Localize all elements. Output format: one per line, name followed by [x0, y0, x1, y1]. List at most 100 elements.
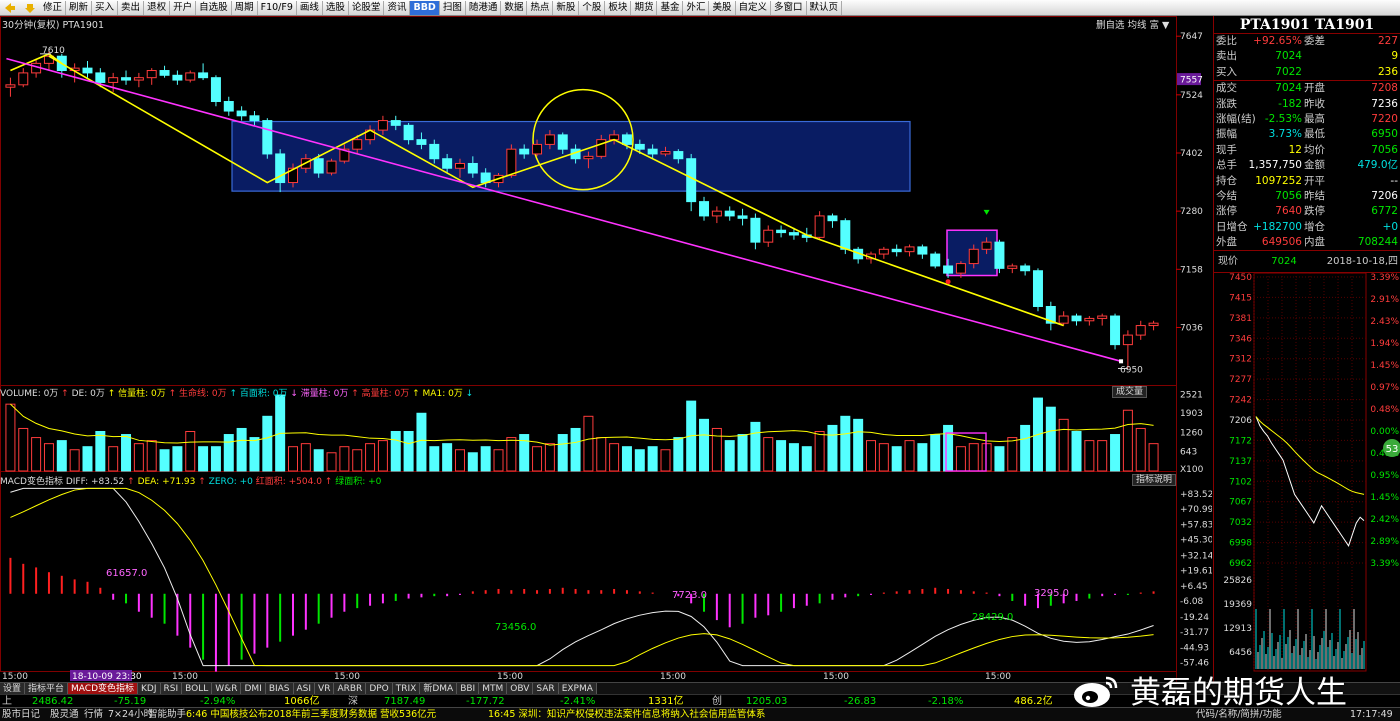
mini-price-axis-label: 7242: [1229, 396, 1252, 406]
toolbar-item[interactable]: 基金: [657, 0, 684, 15]
candle-body: [223, 101, 234, 112]
mini-volume-axis-label: 19369: [1223, 600, 1252, 610]
indicator-tab[interactable]: 新DMA: [420, 683, 458, 694]
mini-percent-axis-label: 1.45%: [1370, 493, 1399, 503]
indicator-tab[interactable]: MACD变色指标: [68, 683, 139, 694]
toolbar-item[interactable]: 新股: [553, 0, 580, 15]
toolbar-item[interactable]: 自选股: [196, 0, 232, 15]
toolbar-item[interactable]: 画线: [297, 0, 323, 15]
indicator-tab[interactable]: ARBR: [334, 683, 367, 694]
candle-body: [699, 201, 710, 217]
toolbar-item[interactable]: 多窗口: [771, 0, 807, 15]
quote-value: 7206: [1371, 189, 1398, 202]
indicator-tab[interactable]: 指标平台: [25, 683, 69, 694]
quote-label: 总手: [1216, 159, 1237, 172]
indicator-tab[interactable]: ASI: [293, 683, 316, 694]
mini-percent-axis-label: 3.39%: [1370, 559, 1399, 569]
current-price-row: 现价 7024 2018-10-18,四: [1214, 251, 1400, 274]
candle-body: [506, 148, 517, 176]
candle-body: [313, 158, 324, 174]
toolbar-item[interactable]: 自定义: [736, 0, 772, 15]
toolbar-item[interactable]: 资讯: [384, 0, 411, 15]
mini-price-axis-label: 7381: [1229, 314, 1252, 324]
indicator-tab[interactable]: SAR: [533, 683, 559, 694]
volume-bar: [699, 418, 710, 472]
quote-label: 增仓: [1304, 220, 1325, 233]
quote-row: 外盘 649506 内盘 708244: [1214, 235, 1400, 250]
toolbar-item[interactable]: 板块: [605, 0, 632, 15]
intraday-mini-chart[interactable]: 7450 7415 7381 7346 7312 7277 7242 7206 7172 7137…: [1214, 273, 1400, 673]
toolbar-item[interactable]: 买入: [92, 0, 119, 15]
indicator-label-part: ↓ 滞量柱: 0万: [290, 389, 352, 399]
price-axis-label: 7402: [1180, 149, 1203, 159]
toolbar-item[interactable]: 开户: [170, 0, 197, 15]
indicator-tab[interactable]: MTM: [479, 683, 508, 694]
index-ticker-item: -2.18%: [928, 696, 964, 707]
indicator-tab[interactable]: W&R: [212, 683, 242, 694]
toolbar-item[interactable]: 随港通: [466, 0, 502, 15]
toolbar-item[interactable]: 热点: [527, 0, 554, 15]
macd-axis-label: -44.93: [1180, 644, 1209, 654]
indicator-tab[interactable]: VR: [315, 683, 335, 694]
index-ticker-item: 486.2亿: [1014, 696, 1053, 707]
indicator-tab[interactable]: KDJ: [138, 683, 161, 694]
toolbar-item[interactable]: 个股: [579, 0, 606, 15]
quote-value: 7056: [1275, 189, 1302, 202]
toolbar-item[interactable]: 论股堂: [349, 0, 385, 15]
kline-chart-svg[interactable]: 7647 7524 7402 7280 7158 7036 7557 7610 6950 2521…: [0, 16, 1212, 682]
kline-chart-area[interactable]: 7647 7524 7402 7280 7158 7036 7557 7610 6950 2521…: [0, 16, 1212, 682]
volume-bar: [621, 446, 632, 472]
quote-row: 现手 12 均价 7056: [1214, 143, 1400, 158]
candle-body: [917, 246, 928, 255]
mini-percent-axis-label: 2.89%: [1370, 537, 1399, 547]
indicator-help-button[interactable]: 指标说明: [1132, 474, 1177, 486]
quote-row: 涨停 7640 跌停 6772: [1214, 204, 1400, 219]
volume-axis-label: 2521: [1180, 390, 1203, 400]
indicator-tab[interactable]: OBV: [507, 683, 534, 694]
toolbar-item[interactable]: 美股: [709, 0, 736, 15]
down-arrow-icon[interactable]: [23, 1, 37, 15]
toolbar-item[interactable]: 退权: [144, 0, 171, 15]
volume-bar: [788, 443, 799, 472]
indicator-tab[interactable]: DMI: [241, 683, 266, 694]
quote-value: --: [1390, 174, 1398, 187]
quote-value: 7024: [1275, 50, 1302, 63]
candle-body: [352, 139, 363, 150]
toolbar-item[interactable]: 期货: [631, 0, 658, 15]
indicator-tab[interactable]: DPO: [366, 683, 393, 694]
candle-body: [930, 253, 941, 267]
candle-body: [326, 160, 337, 174]
volume-type-button[interactable]: 成交量: [1112, 386, 1148, 398]
toolbar-item[interactable]: F10/F9: [258, 0, 297, 15]
indicator-tab[interactable]: BBI: [457, 683, 480, 694]
volume-bar: [827, 424, 838, 472]
toolbar-item[interactable]: 扫图: [440, 0, 466, 15]
toolbar-item[interactable]: 刷新: [66, 0, 93, 15]
toolbar-item[interactable]: 卖出: [118, 0, 145, 15]
chart-tools[interactable]: 删自选 均线 富 ▼: [1096, 17, 1169, 31]
volume-bar: [31, 437, 42, 472]
indicator-tab[interactable]: RSI: [160, 683, 183, 694]
macd-axis-label: +83.52: [1180, 490, 1212, 500]
indicator-tab[interactable]: 设置: [0, 683, 26, 694]
toolbar-item[interactable]: 外汇: [683, 0, 710, 15]
toolbar-item[interactable]: 周期: [232, 0, 258, 15]
toolbar-item[interactable]: 修正: [40, 0, 67, 15]
volume-bar: [917, 443, 928, 472]
back-arrow-icon[interactable]: [3, 1, 17, 15]
indicator-tab[interactable]: TRIX: [392, 683, 421, 694]
volume-bar: [326, 452, 337, 472]
indicator-tab[interactable]: BOLL: [182, 683, 213, 694]
toolbar-item[interactable]: 默认页: [807, 0, 843, 15]
volume-indicator-label: VOLUME: 0万 ↑ DE: 0万 ↑ 信量柱: 0万 ↑ 生命线: 0万 …: [0, 386, 473, 399]
mini-average-line: [1255, 416, 1365, 496]
indicator-tab[interactable]: BIAS: [265, 683, 294, 694]
volume-bar: [352, 449, 363, 472]
toolbar-item[interactable]: 数据: [501, 0, 528, 15]
toolbar-item[interactable]: 选股: [323, 0, 349, 15]
quote-label: 金额: [1304, 159, 1325, 172]
indicator-tab[interactable]: EXPMA: [558, 683, 597, 694]
toolbar-item[interactable]: BBD: [410, 0, 440, 15]
index-ticker-item: 1066亿: [284, 696, 320, 707]
index-ticker-item: -177.72: [466, 696, 505, 707]
